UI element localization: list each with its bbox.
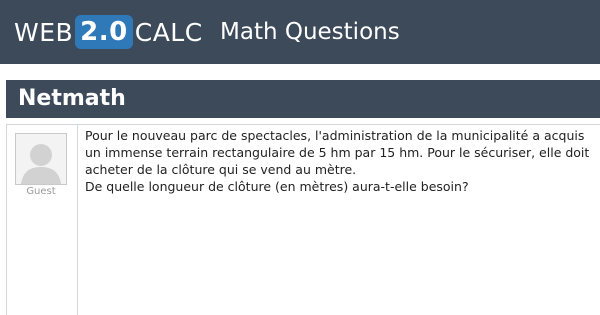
question-text: Pour le nouveau parc de spectacles, l'ad… — [85, 127, 600, 195]
logo-badge: 2.0 — [75, 15, 133, 49]
logo-text-web: WEB — [14, 17, 74, 47]
question-line: De quelle longueur de clôture (en mètres… — [85, 179, 469, 194]
question-line: un immense terrain rectangulaire de 5 hm… — [85, 145, 590, 160]
question-post: Guest Pour le nouveau parc de spectacles… — [6, 124, 600, 315]
site-title[interactable]: Math Questions — [220, 14, 400, 50]
site-logo[interactable]: WEB 2.0 CALC — [14, 14, 203, 50]
author-name: Guest — [26, 186, 56, 197]
default-user-icon — [16, 134, 66, 184]
logo-text-calc: CALC — [134, 17, 203, 47]
page-title-bar: Netmath — [6, 80, 600, 118]
avatar — [15, 133, 67, 185]
page-title: Netmath — [18, 86, 126, 111]
question-line: Pour le nouveau parc de spectacles, l'ad… — [85, 128, 585, 143]
question-line: acheter de la clôture qui se vend au mèt… — [85, 162, 357, 177]
author-column: Guest — [7, 125, 78, 315]
site-header: WEB 2.0 CALC Math Questions — [0, 0, 600, 64]
